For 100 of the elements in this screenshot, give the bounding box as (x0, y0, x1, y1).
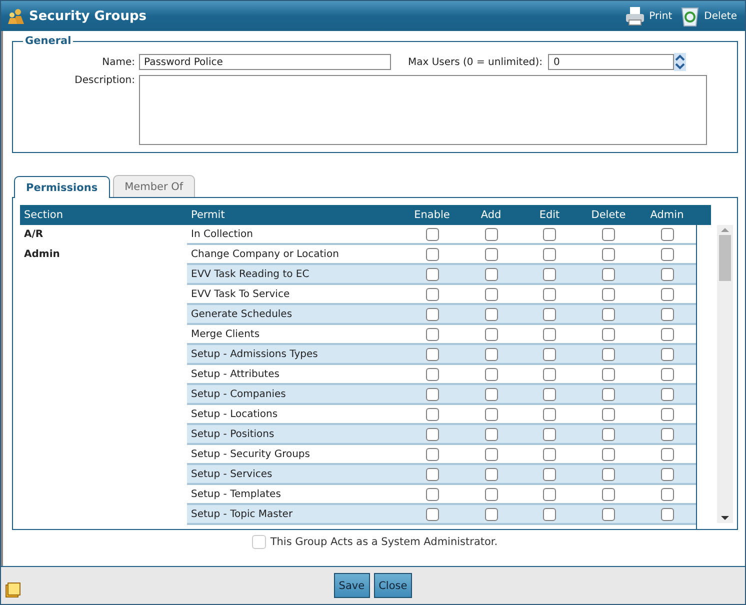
checkbox[interactable] (484, 468, 498, 480)
checkbox[interactable] (484, 408, 498, 420)
checkbox[interactable] (426, 488, 438, 500)
checkbox[interactable] (484, 308, 498, 320)
checkbox[interactable] (484, 368, 498, 380)
checkbox[interactable] (426, 288, 438, 300)
checkbox[interactable] (543, 248, 556, 260)
checkbox[interactable] (660, 228, 674, 240)
checkbox[interactable] (484, 428, 498, 440)
checkbox[interactable] (484, 288, 498, 300)
checkbox[interactable] (660, 468, 674, 480)
tab[interactable]: Member Of (112, 175, 196, 197)
checkbox[interactable] (660, 408, 674, 420)
field-label: Name: (101, 56, 136, 68)
checkbox[interactable] (543, 308, 556, 320)
checkbox[interactable] (543, 348, 556, 360)
checkbox[interactable] (484, 268, 498, 280)
checkbox[interactable] (426, 388, 438, 400)
checkbox[interactable] (602, 468, 615, 480)
checkbox[interactable] (602, 248, 615, 260)
checkbox[interactable] (484, 508, 498, 520)
checkbox-label: This Group Acts as a System Administrator. (270, 536, 498, 548)
scroll-thumb[interactable] (719, 235, 731, 281)
checkbox[interactable] (543, 388, 556, 400)
checkbox[interactable] (660, 288, 674, 300)
dialog-button[interactable]: Close (374, 573, 412, 598)
checkbox[interactable] (543, 488, 556, 500)
checkbox[interactable] (660, 488, 674, 500)
checkbox[interactable] (660, 348, 674, 360)
section-legend: General (23, 35, 74, 47)
delete-button[interactable]: Delete (678, 5, 739, 27)
checkbox[interactable] (426, 448, 438, 460)
checkbox[interactable] (660, 388, 674, 400)
checkbox[interactable] (426, 428, 438, 440)
checkbox[interactable] (426, 468, 438, 480)
note-icon[interactable] (5, 582, 21, 598)
max-users-field[interactable]: 0 (548, 54, 674, 70)
checkbox[interactable] (660, 268, 674, 280)
scrollbar[interactable] (717, 225, 733, 523)
field-label: Max Users (0 = unlimited): (408, 56, 544, 68)
name-field[interactable]: Password Police (139, 54, 391, 70)
checkbox[interactable] (660, 308, 674, 320)
checkbox[interactable] (426, 228, 438, 240)
print-button[interactable]: Print (623, 6, 674, 26)
checkbox[interactable] (543, 368, 556, 380)
checkbox[interactable] (660, 368, 674, 380)
checkbox[interactable] (484, 248, 498, 260)
checkbox[interactable] (426, 408, 438, 420)
checkbox[interactable] (543, 228, 556, 240)
scroll-down-icon[interactable] (721, 513, 729, 523)
checkbox[interactable] (543, 508, 556, 520)
checkbox[interactable] (602, 308, 615, 320)
checkbox[interactable] (602, 368, 615, 380)
checkbox[interactable] (602, 488, 615, 500)
checkbox[interactable] (602, 228, 615, 240)
checkbox[interactable] (543, 428, 556, 440)
checkbox[interactable] (484, 488, 498, 500)
checkbox[interactable] (543, 268, 556, 280)
checkbox[interactable] (660, 248, 674, 260)
section-name: Admin (24, 249, 60, 260)
section-name: A/R (24, 229, 44, 240)
checkbox[interactable] (660, 428, 674, 440)
checkbox[interactable] (426, 328, 438, 340)
checkbox[interactable] (602, 428, 615, 440)
permit-cell: Setup - Services (187, 465, 402, 485)
checkbox[interactable] (660, 448, 674, 460)
description-field[interactable] (139, 75, 707, 145)
checkbox[interactable] (660, 508, 674, 520)
dialog-button[interactable]: Save (334, 573, 370, 598)
checkbox[interactable] (602, 508, 615, 520)
checkbox[interactable] (426, 348, 438, 360)
checkbox[interactable] (426, 308, 438, 320)
checkbox[interactable] (484, 348, 498, 360)
permit-cell: Setup - Admissions Types (187, 345, 402, 365)
checkbox[interactable] (602, 328, 615, 340)
checkbox[interactable] (543, 328, 556, 340)
checkbox[interactable] (602, 288, 615, 300)
checkbox[interactable] (660, 328, 674, 340)
checkbox[interactable] (543, 468, 556, 480)
checkbox[interactable] (484, 228, 498, 240)
checkbox[interactable] (602, 388, 615, 400)
checkbox[interactable] (543, 448, 556, 460)
scroll-up-icon[interactable] (721, 225, 729, 235)
checkbox[interactable] (484, 328, 498, 340)
checkbox[interactable] (543, 288, 556, 300)
checkbox[interactable] (602, 348, 615, 360)
recycle-bin-icon (680, 5, 700, 27)
tab[interactable]: Permissions (14, 176, 110, 198)
spinner-icon[interactable] (674, 53, 686, 71)
checkbox[interactable] (543, 408, 556, 420)
checkbox[interactable] (484, 448, 498, 460)
permit-cell: EVV Task Reading to EC (187, 265, 402, 285)
checkbox[interactable] (426, 368, 438, 380)
checkbox[interactable] (484, 388, 498, 400)
checkbox[interactable] (602, 268, 615, 280)
checkbox[interactable] (602, 408, 615, 420)
checkbox[interactable] (426, 508, 438, 520)
checkbox[interactable] (426, 268, 438, 280)
checkbox[interactable] (602, 448, 615, 460)
checkbox[interactable] (426, 248, 438, 260)
